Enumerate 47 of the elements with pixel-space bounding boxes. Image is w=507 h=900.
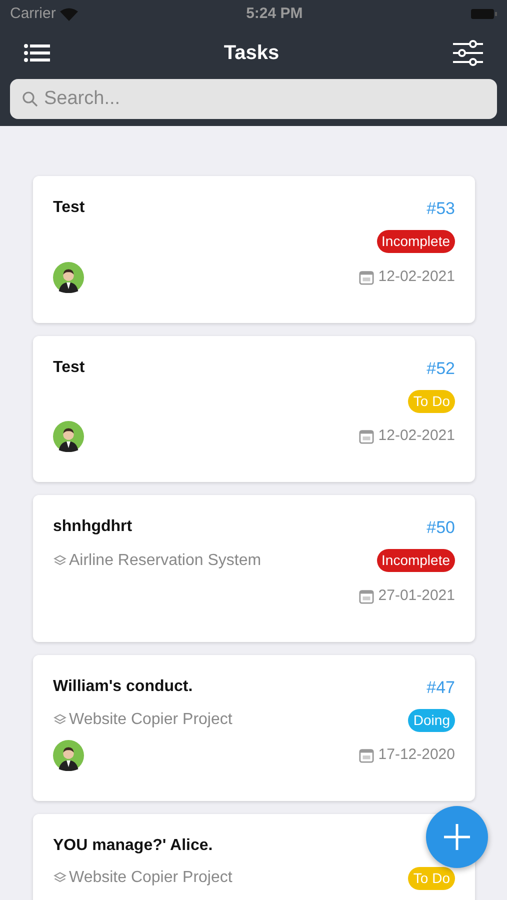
task-card[interactable]: YOU manage?' Alice. Website Copier Project To Do bbox=[33, 814, 475, 900]
search-icon bbox=[22, 91, 38, 107]
filter-sliders-icon[interactable] bbox=[452, 40, 483, 66]
menu-icon[interactable] bbox=[24, 43, 50, 63]
calendar-icon bbox=[359, 588, 374, 604]
task-card[interactable]: Test #52 To Do 12-02-2021 bbox=[33, 336, 475, 482]
status-badge: Incomplete bbox=[376, 549, 455, 572]
task-card[interactable]: Test #53 Incomplete 12-02-2021 bbox=[33, 176, 475, 322]
layers-icon bbox=[53, 713, 67, 727]
task-title: shnhgdhrt bbox=[53, 517, 132, 537]
task-date: 27-01-2021 bbox=[378, 586, 455, 606]
task-number: #50 bbox=[426, 517, 455, 539]
task-title: Test bbox=[53, 198, 85, 218]
task-title: Test bbox=[53, 358, 85, 378]
task-number: #52 bbox=[426, 358, 455, 380]
nav-title: Tasks bbox=[224, 41, 280, 66]
task-number: #53 bbox=[426, 198, 455, 220]
task-date: 17-12-2020 bbox=[378, 745, 455, 766]
add-button[interactable] bbox=[426, 806, 488, 868]
layers-icon bbox=[53, 554, 67, 568]
battery-icon bbox=[470, 8, 497, 20]
layers-icon bbox=[53, 871, 67, 885]
carrier-label: Carrier bbox=[10, 4, 56, 24]
task-title: YOU manage?' Alice. bbox=[53, 836, 213, 856]
calendar-icon bbox=[359, 429, 374, 444]
status-badge: To Do bbox=[408, 390, 455, 412]
project-name: Website Copier Project bbox=[69, 710, 232, 730]
status-badge: Doing bbox=[408, 708, 455, 732]
search-field[interactable]: Search... bbox=[10, 79, 497, 119]
avatar-icon bbox=[53, 740, 84, 771]
wifi-icon bbox=[60, 8, 78, 20]
status-badge: To Do bbox=[408, 866, 455, 890]
task-date: 12-02-2021 bbox=[378, 426, 455, 446]
status-badge: Incomplete bbox=[376, 230, 455, 253]
calendar-icon bbox=[359, 748, 374, 763]
status-time: 5:24 PM bbox=[246, 4, 303, 24]
avatar-icon bbox=[53, 421, 84, 452]
project-name: Website Copier Project bbox=[69, 868, 232, 888]
project-name: Airline Reservation System bbox=[69, 550, 262, 570]
task-title: William's conduct. bbox=[53, 676, 193, 696]
calendar-icon bbox=[359, 270, 374, 284]
task-card[interactable]: shnhgdhrt #50 Airline Reservation System Incomplete 27-01-2021 bbox=[33, 495, 475, 642]
task-number: #47 bbox=[426, 676, 455, 698]
task-card[interactable]: William's conduct. #47 Website Copier Project Doing 17-12-2020 bbox=[33, 654, 475, 801]
task-date: 12-02-2021 bbox=[378, 266, 455, 287]
plus-icon bbox=[444, 824, 470, 850]
avatar-icon bbox=[53, 262, 84, 292]
